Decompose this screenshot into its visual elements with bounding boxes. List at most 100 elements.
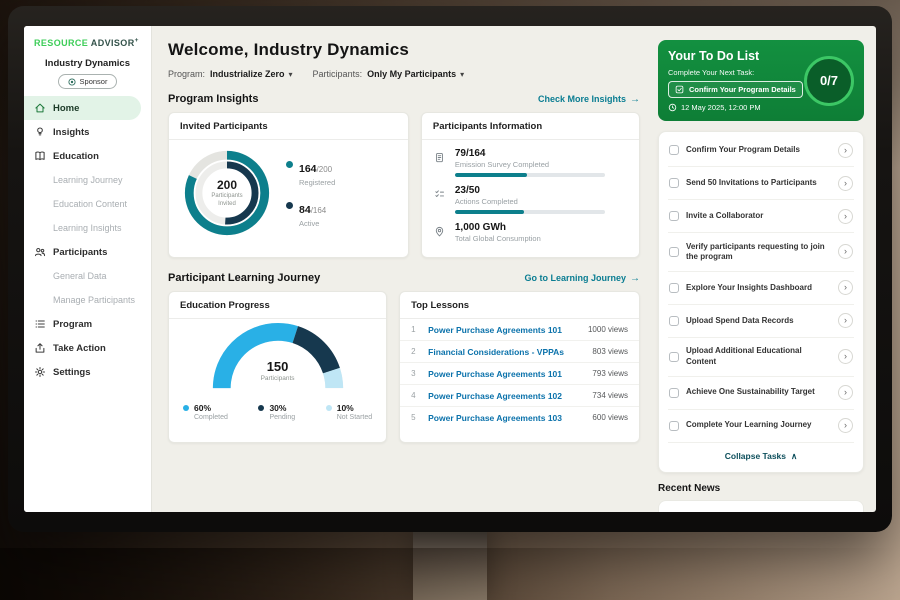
global-consumption-stat: 1,000 GWh Total Global Consumption — [434, 222, 627, 243]
chevron-right-icon[interactable]: › — [838, 385, 853, 400]
program-filter[interactable]: Program: Industrialize Zero ▾ — [168, 69, 293, 79]
sidebar-item-home[interactable]: Home — [24, 96, 141, 120]
task-row-confirm-program-details[interactable]: Confirm Your Program Details › — [668, 134, 854, 167]
chevron-right-icon[interactable]: › — [838, 349, 853, 364]
participants-icon — [34, 246, 46, 258]
task-row-explore-insights[interactable]: Explore Your Insights Dashboard › — [668, 272, 854, 305]
task-checkbox[interactable] — [669, 352, 679, 362]
sidebar-item-manage-participants[interactable]: Manage Participants — [24, 288, 151, 312]
filters-bar: Program: Industrialize Zero ▾ Participan… — [168, 69, 640, 79]
chevron-down-icon: ▾ — [460, 70, 464, 79]
section-title-learning-journey: Participant Learning Journey — [168, 272, 320, 284]
participants-filter[interactable]: Participants: Only My Participants ▾ — [313, 69, 465, 79]
app-logo: RESOURCE ADVISOR+ — [24, 37, 151, 48]
task-row-invite-collaborator[interactable]: Invite a Collaborator › — [668, 200, 854, 233]
check-more-insights-link[interactable]: Check More Insights → — [538, 94, 640, 105]
insights-cards-row: Invited Participants 200 — [168, 112, 640, 258]
recent-news-title: Recent News — [658, 483, 864, 494]
arrow-right-icon: → — [630, 273, 640, 284]
lesson-link[interactable]: Financial Considerations - VPPAs — [428, 347, 585, 357]
education-gauge-chart: 150 Participants — [203, 323, 353, 397]
location-icon — [434, 222, 446, 243]
legend-dot — [258, 405, 264, 411]
chevron-right-icon[interactable]: › — [838, 313, 853, 328]
sidebar-item-general-data[interactable]: General Data — [24, 264, 151, 288]
participants-information-card: Participants Information 79/164 Emission… — [421, 112, 640, 258]
task-row-upload-educational-content[interactable]: Upload Additional Educational Content › — [668, 338, 854, 377]
lesson-link[interactable]: Power Purchase Agreements 101 — [428, 325, 581, 335]
actions-completed-stat: 23/50 Actions Completed — [434, 185, 627, 214]
collapse-tasks-button[interactable]: Collapse Tasks ∧ — [668, 443, 854, 470]
clock-icon — [668, 103, 677, 112]
sidebar-item-education[interactable]: Education — [24, 144, 151, 168]
lesson-link[interactable]: Power Purchase Agreements 102 — [428, 391, 585, 401]
task-row-send-invitations[interactable]: Send 50 Invitations to Participants › — [668, 167, 854, 200]
settings-icon — [34, 366, 46, 378]
legend-dot — [286, 202, 293, 209]
chevron-right-icon[interactable]: › — [838, 280, 853, 295]
chevron-right-icon[interactable]: › — [838, 244, 853, 259]
program-insights-header: Program Insights Check More Insights → — [168, 93, 640, 105]
task-checkbox[interactable] — [669, 283, 679, 293]
take-action-icon — [34, 342, 46, 354]
sidebar-item-take-action[interactable]: Take Action — [24, 336, 151, 360]
chevron-right-icon[interactable]: › — [838, 143, 853, 158]
actions-completed-progressbar — [455, 210, 605, 214]
sidebar-item-settings[interactable]: Settings — [24, 360, 151, 384]
org-name: Industry Dynamics — [24, 58, 151, 69]
legend-active: 84/164 Active — [286, 200, 335, 228]
todo-progress-ring: 0/7 — [804, 56, 854, 106]
chevron-right-icon[interactable]: › — [838, 418, 853, 433]
task-row-verify-participants[interactable]: Verify participants requesting to join t… — [668, 233, 854, 272]
recent-news-card — [658, 500, 864, 512]
emission-survey-progressbar — [455, 173, 605, 177]
task-row-complete-learning-journey[interactable]: Complete Your Learning Journey › — [668, 410, 854, 443]
task-check-icon — [675, 85, 684, 94]
sidebar-item-insights[interactable]: Insights — [24, 120, 151, 144]
sidebar-item-learning-journey[interactable]: Learning Journey — [24, 168, 151, 192]
legend-dot — [183, 405, 189, 411]
task-checkbox[interactable] — [669, 211, 679, 221]
task-checkbox[interactable] — [669, 247, 679, 257]
task-row-upload-spend-data[interactable]: Upload Spend Data Records › — [668, 305, 854, 338]
chevron-right-icon[interactable]: › — [838, 176, 853, 191]
task-checkbox[interactable] — [669, 145, 679, 155]
chevron-down-icon: ▾ — [289, 70, 293, 79]
task-checkbox[interactable] — [669, 388, 679, 398]
arrow-right-icon: → — [630, 94, 640, 105]
lesson-row: 3 Power Purchase Agreements 101 793 view… — [400, 363, 639, 385]
desk-shadow — [0, 548, 900, 600]
todo-task-list: Confirm Your Program Details › Send 50 I… — [658, 131, 864, 473]
lesson-link[interactable]: Power Purchase Agreements 103 — [428, 413, 585, 423]
sidebar-item-participants[interactable]: Participants — [24, 240, 151, 264]
task-row-achieve-sustainability-target[interactable]: Achieve One Sustainability Target › — [668, 377, 854, 410]
legend-dot — [326, 405, 332, 411]
education-legend: 60% Completed 30% Pending — [169, 397, 386, 421]
dashboard-window: RESOURCE ADVISOR+ Industry Dynamics Spon… — [24, 26, 876, 512]
go-to-learning-journey-link[interactable]: Go to Learning Journey → — [524, 273, 640, 284]
lesson-row: 5 Power Purchase Agreements 103 600 view… — [400, 407, 639, 428]
chevron-right-icon[interactable]: › — [838, 209, 853, 224]
next-task-chip[interactable]: Confirm Your Program Details — [668, 81, 803, 98]
lesson-link[interactable]: Power Purchase Agreements 101 — [428, 369, 585, 379]
task-checkbox[interactable] — [669, 316, 679, 326]
lesson-row: 2 Financial Considerations - VPPAs 803 v… — [400, 341, 639, 363]
chevron-up-icon: ∧ — [791, 451, 797, 462]
program-icon — [34, 318, 46, 330]
sidebar-item-education-content[interactable]: Education Content — [24, 192, 151, 216]
todo-summary-card: Your To Do List Complete Your Next Task:… — [658, 40, 864, 121]
legend-dot — [286, 161, 293, 168]
sidebar: RESOURCE ADVISOR+ Industry Dynamics Spon… — [24, 26, 152, 512]
education-total: 150 — [203, 359, 353, 374]
sponsor-icon — [68, 78, 76, 86]
invited-total: 200 — [217, 178, 237, 192]
lesson-row: 4 Power Purchase Agreements 102 734 view… — [400, 385, 639, 407]
sidebar-item-program[interactable]: Program — [24, 312, 151, 336]
top-lessons-card: Top Lessons 1 Power Purchase Agreements … — [399, 291, 640, 443]
invited-participants-card: Invited Participants 200 — [168, 112, 409, 258]
survey-icon — [434, 148, 446, 177]
sidebar-nav: Home Insights Education Learning Journey — [24, 96, 151, 384]
task-checkbox[interactable] — [669, 178, 679, 188]
sidebar-item-learning-insights[interactable]: Learning Insights — [24, 216, 151, 240]
task-checkbox[interactable] — [669, 421, 679, 431]
